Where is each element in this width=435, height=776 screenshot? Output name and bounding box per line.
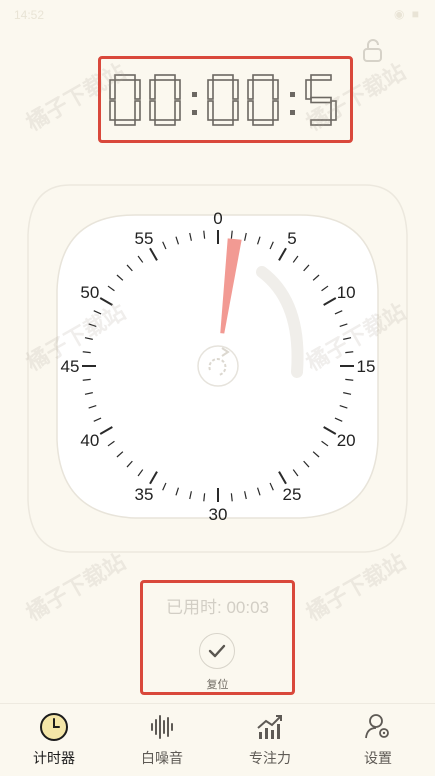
tab-label: 专注力: [249, 750, 291, 766]
tab-bar: 计时器 白噪音 专注力 设置: [0, 703, 435, 776]
reset-label: 复位: [206, 679, 229, 691]
chart-up-icon: [257, 715, 282, 739]
reset-button[interactable]: [199, 633, 235, 669]
tab-settings[interactable]: 设置: [324, 704, 432, 776]
status-time: 14:52: [14, 8, 45, 22]
tab-focus[interactable]: 专注力: [216, 704, 324, 776]
status-icons: ◉ ■: [393, 7, 421, 21]
dial-frame: [30, 180, 405, 570]
unlock-icon[interactable]: [360, 38, 386, 64]
elapsed-time: 已用时: 00:03: [166, 598, 269, 617]
user-gear-icon: [365, 714, 389, 739]
tab-label: 白噪音: [141, 750, 183, 766]
tab-white-noise[interactable]: 白噪音: [108, 704, 216, 776]
tab-label: 计时器: [33, 750, 75, 766]
status-bar: 14:52 ◉ ■: [0, 0, 435, 30]
highlight-timer: [98, 56, 353, 143]
tab-label: 设置: [364, 750, 392, 766]
soundwave-icon: [151, 715, 173, 739]
tab-timer[interactable]: 计时器: [0, 704, 108, 776]
clock-icon: [40, 713, 68, 741]
checkmark-icon: [208, 644, 226, 658]
